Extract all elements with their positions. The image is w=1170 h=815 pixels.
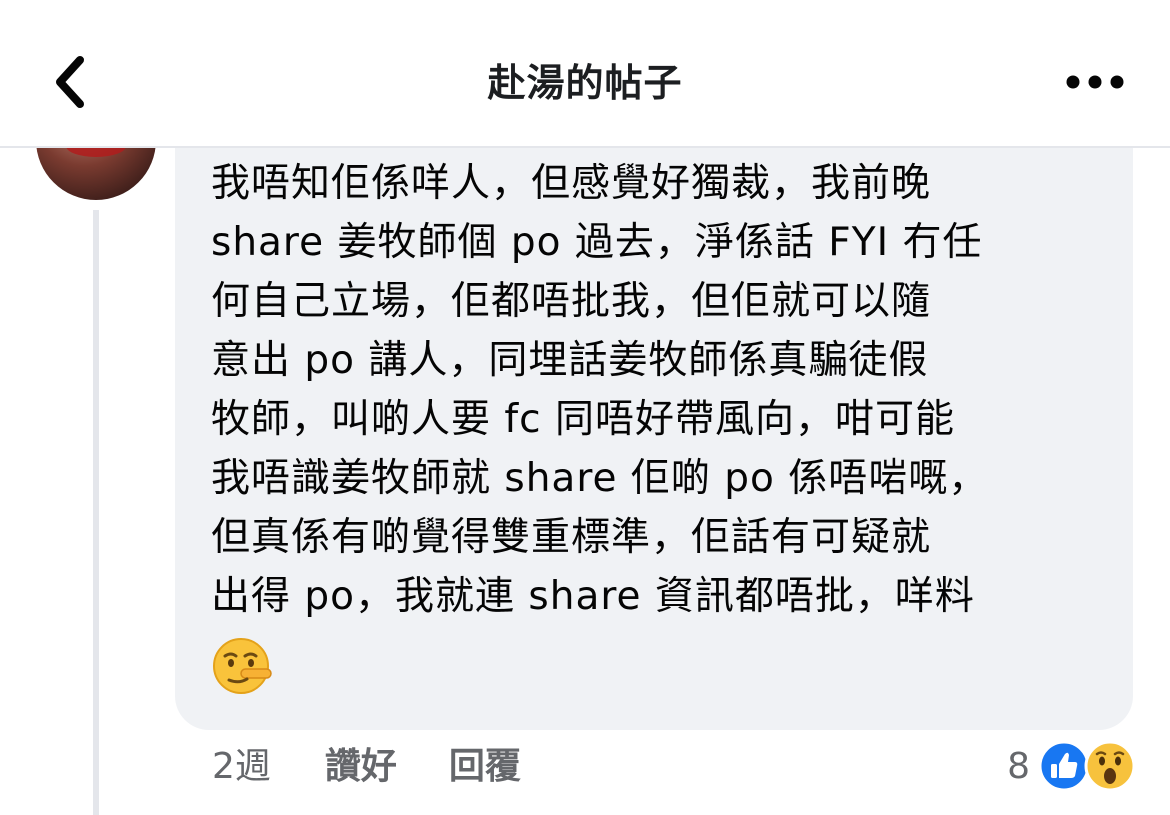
comment-actions: 2週 讚好 回覆	[212, 745, 521, 789]
page-title: 赴湯的帖子	[487, 61, 683, 105]
like-reaction-icon	[1038, 740, 1090, 792]
reaction-summary[interactable]: 8	[1007, 740, 1136, 792]
more-options-button[interactable]	[1060, 62, 1130, 102]
like-button[interactable]: 讚好	[325, 745, 397, 789]
reply-button[interactable]: 回覆	[449, 745, 521, 789]
more-horizontal-icon	[1066, 75, 1124, 89]
comment-bubble[interactable]: 我唔知佢係咩人，但感覺好獨裁，我前晚 share 姜牧師個 po 過去，淨係話 …	[175, 110, 1133, 730]
comment-timestamp[interactable]: 2週	[212, 745, 271, 789]
lying-face-emoji	[213, 638, 272, 694]
wow-reaction-icon	[1084, 740, 1136, 792]
thread-line	[93, 210, 99, 815]
comment-text: 我唔知佢係咩人，但感覺好獨裁，我前晚 share 姜牧師個 po 過去，淨係話 …	[211, 161, 989, 619]
top-bar: 赴湯的帖子	[0, 0, 1170, 148]
reaction-count: 8	[1007, 745, 1030, 787]
